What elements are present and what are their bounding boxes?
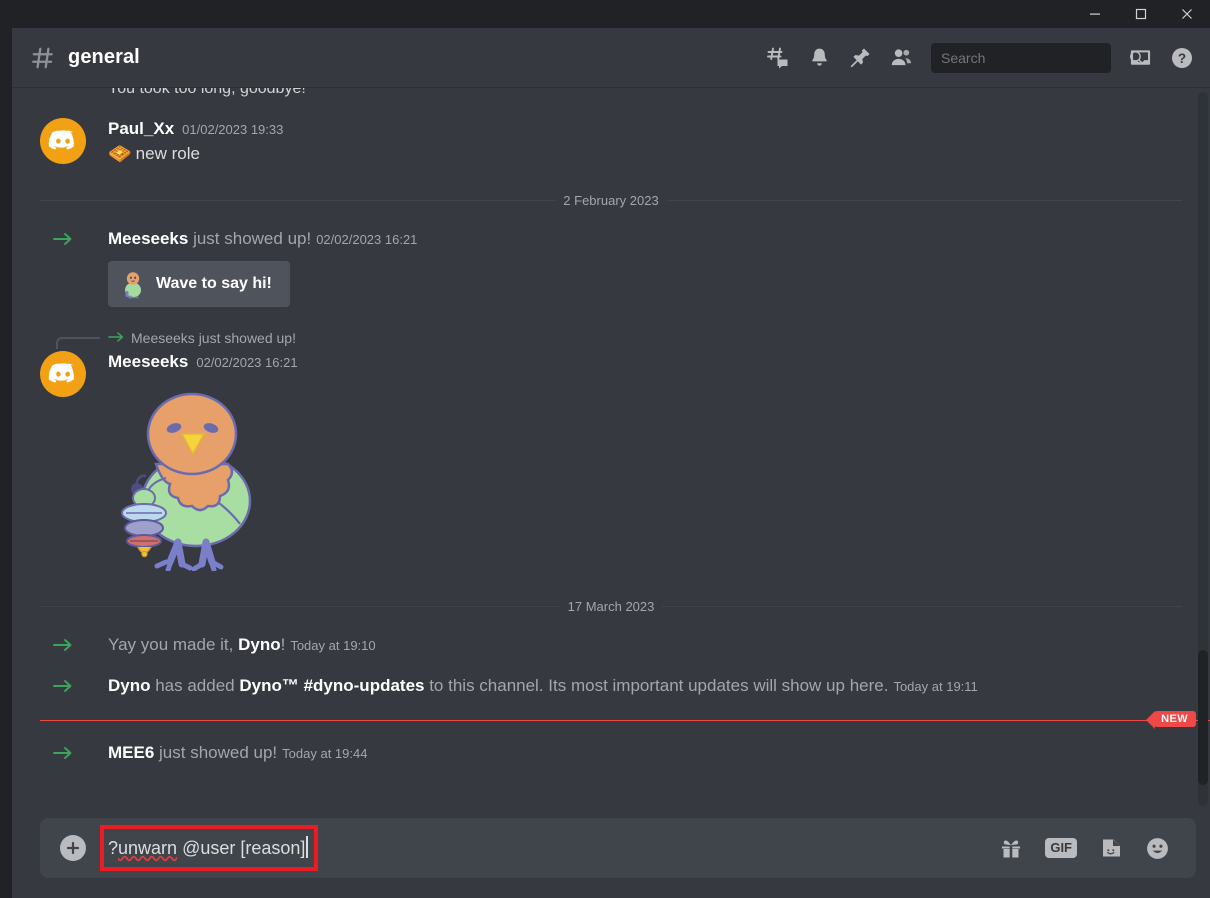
message-body: 🧇 new role [108, 142, 1162, 166]
window-title-bar [0, 0, 1210, 28]
join-arrow-icon [52, 743, 74, 763]
gift-icon[interactable] [999, 836, 1023, 860]
message-timestamp: 02/02/2023 16:21 [196, 355, 298, 370]
clipped-message-text: You took too long, goodbye! [108, 88, 306, 97]
gif-icon[interactable]: GIF [1045, 838, 1077, 858]
wave-sticker-icon [120, 269, 146, 299]
close-button[interactable] [1164, 0, 1210, 28]
waffle-emoji-icon: 🧇 [108, 143, 132, 165]
composer-area: ?unwarn @user [reason] GIF [12, 810, 1210, 898]
join-arrow-icon [52, 229, 74, 249]
server-rail[interactable] [0, 28, 12, 898]
emoji-icon[interactable] [1145, 836, 1170, 861]
message-meeseeks-sticker[interactable]: Meeseeks just showed up! Meeseeks 02/02/… [12, 329, 1210, 578]
composer-highlight-box: ?unwarn @user [reason] [100, 825, 319, 871]
system-message-timestamp: Today at 19:11 [893, 679, 978, 694]
search-box[interactable] [931, 42, 1144, 73]
system-message-author: Meeseeks [108, 229, 189, 248]
sticker-icon[interactable] [1099, 836, 1123, 860]
system-message-text: Dyno has added Dyno™ #dyno-updates to th… [108, 676, 978, 695]
reply-arrow-icon [108, 330, 125, 347]
message-composer[interactable]: ?unwarn @user [reason] GIF [40, 818, 1196, 878]
message-timestamp: 01/02/2023 19:33 [182, 122, 284, 137]
reply-reference[interactable]: Meeseeks just showed up! [56, 329, 1210, 349]
system-message-author: Dyno [238, 635, 281, 654]
system-message-author: Dyno [108, 676, 151, 695]
message-scrollbar-thumb[interactable] [1198, 650, 1208, 785]
date-divider-label: 17 March 2023 [567, 598, 655, 614]
search-input[interactable] [941, 49, 1122, 66]
discord-window: general Search ? You took too long, good… [0, 0, 1210, 898]
help-icon[interactable]: ? [1170, 46, 1194, 70]
join-arrow-icon [52, 635, 74, 655]
new-badge: NEW [1146, 711, 1196, 729]
system-message-timestamp: Today at 19:44 [282, 746, 368, 761]
system-message-dyno-welcome[interactable]: Yay you made it, Dyno! Today at 19:10 [12, 630, 1210, 661]
reply-spine [56, 337, 100, 349]
date-divider-label: 2 February 2023 [563, 192, 659, 208]
svg-text:?: ? [1178, 51, 1186, 66]
hash-icon [30, 45, 56, 71]
system-message-text: MEE6 just showed up! Today at 19:44 [108, 743, 368, 762]
composer-suffix: @user [reason] [177, 838, 306, 858]
channel-header: general Search ? [12, 28, 1210, 88]
bird-with-toy-sticker[interactable] [108, 386, 1162, 576]
system-message-timestamp: Today at 19:10 [290, 638, 376, 653]
join-arrow-icon [52, 676, 74, 696]
system-message-author: MEE6 [108, 743, 155, 762]
composer-prefix: ? [108, 838, 119, 858]
new-messages-divider: NEW [12, 711, 1210, 729]
composer-misspelled-word: unwarn [118, 838, 178, 858]
bell-icon[interactable] [808, 46, 831, 69]
message-paul-xx[interactable]: Paul_Xx 01/02/2023 19:33 🧇 new role [12, 116, 1210, 168]
avatar[interactable] [40, 118, 86, 164]
message-list[interactable]: You took too long, goodbye! Paul_Xx 01/0… [12, 88, 1210, 810]
members-icon[interactable] [890, 46, 913, 69]
system-message-text: Yay you made it, Dyno! Today at 19:10 [108, 635, 376, 654]
system-message-meeseeks-join[interactable]: Meeseeks just showed up! 02/02/2023 16:21 [12, 224, 1210, 311]
wave-button-label: Wave to say hi! [156, 275, 272, 292]
system-message-dyno-added[interactable]: Dyno has added Dyno™ #dyno-updates to th… [12, 671, 1210, 702]
text-caret [306, 836, 309, 858]
composer-actions: GIF [999, 836, 1196, 861]
system-message-text: Meeseeks just showed up! 02/02/2023 16:21 [108, 229, 418, 248]
avatar[interactable] [40, 351, 86, 397]
header-actions: ? [766, 42, 1210, 73]
reply-reference-text: Meeseeks just showed up! [131, 330, 296, 346]
system-message-target: Dyno™ #dyno-updates [239, 676, 425, 695]
message-input[interactable]: ?unwarn @user [reason] [108, 836, 309, 860]
message-author[interactable]: Paul_Xx [108, 118, 174, 140]
system-message-mee6-join[interactable]: MEE6 just showed up! Today at 19:44 [12, 738, 1210, 769]
pin-icon[interactable] [849, 46, 872, 69]
inbox-icon[interactable] [1129, 46, 1152, 69]
message-text: new role [135, 144, 200, 163]
date-divider: 2 February 2023 [40, 190, 1182, 210]
threads-icon[interactable] [766, 46, 790, 70]
plus-icon[interactable] [60, 835, 86, 861]
maximize-button[interactable] [1118, 0, 1164, 28]
page-title: general [68, 46, 140, 68]
wave-to-say-hi-button[interactable]: Wave to say hi! [108, 261, 290, 307]
minimize-button[interactable] [1072, 0, 1118, 28]
system-message-timestamp: 02/02/2023 16:21 [316, 232, 418, 247]
message-author[interactable]: Meeseeks [108, 351, 188, 373]
date-divider: 17 March 2023 [40, 596, 1183, 616]
